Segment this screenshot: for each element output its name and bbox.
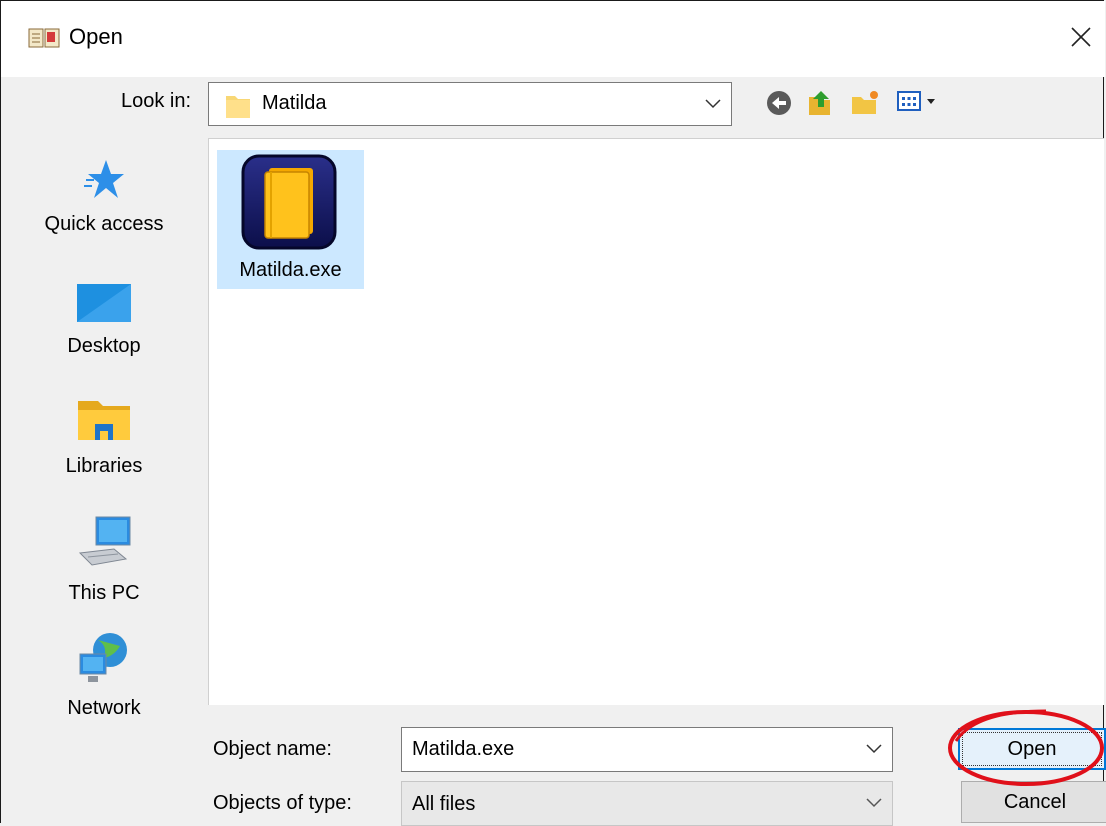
title-bar: Open (1, 1, 1105, 77)
file-list[interactable]: Matilda.exe (208, 138, 1104, 705)
chevron-down-icon (705, 99, 721, 109)
folder-icon (226, 96, 250, 118)
objects-of-type-dropdown[interactable]: All files (401, 781, 893, 826)
sidebar-item-label: Libraries (65, 455, 143, 477)
computer-icon (78, 516, 131, 566)
cancel-button-label: Cancel (1003, 790, 1067, 813)
look-in-label: Look in: (121, 90, 192, 112)
sidebar-item-this-pc[interactable]: This PC (13, 513, 195, 605)
back-icon[interactable] (763, 87, 795, 119)
open-dialog: Open Look in: Matilda Quick access Deskt… (0, 0, 1106, 826)
look-in-dropdown[interactable]: Matilda (208, 82, 732, 126)
object-name-label: Object name: (213, 738, 332, 760)
up-folder-icon[interactable] (803, 87, 835, 119)
close-icon (1071, 27, 1091, 47)
sidebar-item-label: Desktop (67, 335, 141, 357)
sidebar-item-label: Quick access (44, 213, 164, 235)
sidebar-item-desktop[interactable]: Desktop (13, 282, 195, 358)
file-item[interactable]: Matilda.exe (217, 150, 364, 289)
view-grid-icon (897, 91, 921, 111)
libraries-folder-icon (78, 401, 130, 440)
sidebar-item-label: Network (67, 697, 141, 719)
look-in-value: Matilda (262, 92, 327, 114)
focus-rect (962, 732, 1102, 766)
new-folder-icon[interactable] (849, 87, 881, 119)
open-button[interactable]: Open (958, 728, 1106, 770)
file-name: Matilda.exe (239, 259, 342, 281)
sidebar-item-network[interactable]: Network (13, 630, 195, 720)
object-name-combo[interactable] (401, 727, 893, 772)
chevron-down-icon[interactable] (866, 744, 882, 754)
chevron-down-icon (866, 798, 882, 808)
sidebar-item-label: This PC (68, 582, 140, 604)
matilda-app-icon (241, 154, 337, 250)
objects-of-type-label: Objects of type: (213, 792, 352, 814)
dialog-title: Open (69, 24, 123, 49)
places-bar: Quick access Desktop Libraries This PC N… (13, 138, 195, 824)
sidebar-item-quick-access[interactable]: Quick access (13, 158, 195, 236)
network-globe-icon (79, 633, 127, 682)
desktop-icon (77, 284, 131, 322)
app-book-icon (28, 28, 60, 48)
view-menu-button[interactable] (895, 87, 951, 119)
sidebar-item-libraries[interactable]: Libraries (13, 398, 195, 478)
objects-of-type-value: All files (412, 793, 476, 815)
object-name-input[interactable] (402, 728, 862, 771)
cancel-button[interactable]: Cancel (961, 781, 1106, 823)
dropdown-arrow-icon (927, 99, 935, 104)
star-icon (84, 160, 124, 198)
close-button[interactable] (1057, 15, 1105, 59)
